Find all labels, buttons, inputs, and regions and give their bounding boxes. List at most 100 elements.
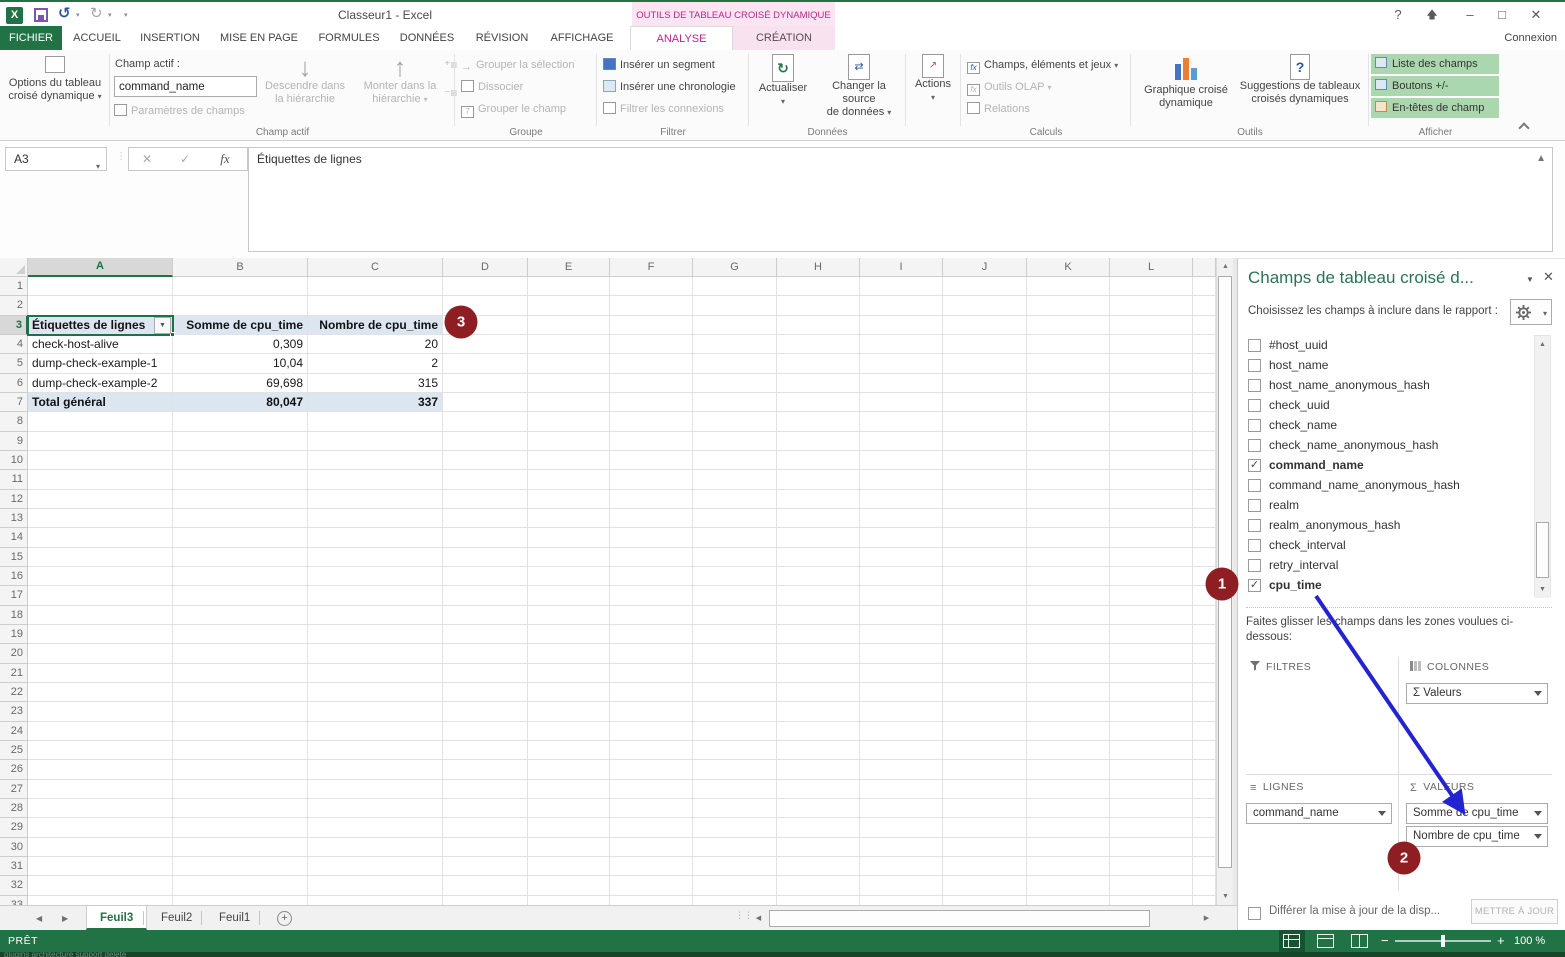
cell-C5[interactable]: 2 xyxy=(308,354,443,373)
cell-L27[interactable] xyxy=(1110,780,1193,799)
cell-C31[interactable] xyxy=(308,857,443,876)
cell-K27[interactable] xyxy=(1027,780,1110,799)
cell-D8[interactable] xyxy=(443,412,528,431)
pane-close-icon[interactable]: ✕ xyxy=(1543,269,1554,285)
row-header-4[interactable]: 4 xyxy=(0,335,28,354)
row-header-26[interactable]: 26 xyxy=(0,760,28,779)
cell-K31[interactable] xyxy=(1027,857,1110,876)
cell-M24[interactable] xyxy=(1193,722,1216,741)
unchecked-checkbox-icon[interactable] xyxy=(1248,359,1261,372)
field-item-check_interval[interactable]: check_interval xyxy=(1246,535,1534,555)
cell-G26[interactable] xyxy=(693,760,777,779)
cell-F26[interactable] xyxy=(610,760,693,779)
cell-I5[interactable] xyxy=(860,354,943,373)
champs-elements-button[interactable]: fxChamps, éléments et jeux ▾ xyxy=(967,56,1118,75)
cell-A4[interactable]: check-host-alive xyxy=(28,335,173,354)
pill-dropdown-icon[interactable] xyxy=(1534,811,1542,816)
cell-I20[interactable] xyxy=(860,644,943,663)
zoom-out-button[interactable]: − xyxy=(1381,930,1389,952)
cell-E30[interactable] xyxy=(528,838,610,857)
sheet-nav-prev-icon[interactable]: ◀ xyxy=(36,906,42,931)
cell-I3[interactable] xyxy=(860,316,943,335)
cell-J21[interactable] xyxy=(943,664,1027,683)
cell-H24[interactable] xyxy=(777,722,860,741)
cell-I9[interactable] xyxy=(860,432,943,451)
cell-E21[interactable] xyxy=(528,664,610,683)
cell-J8[interactable] xyxy=(943,412,1027,431)
cell-L26[interactable] xyxy=(1110,760,1193,779)
cell-F24[interactable] xyxy=(610,722,693,741)
cell-I2[interactable] xyxy=(860,296,943,315)
scroll-down-icon[interactable]: ▼ xyxy=(1217,888,1234,905)
cell-M26[interactable] xyxy=(1193,760,1216,779)
cell-F1[interactable] xyxy=(610,277,693,296)
cell-K2[interactable] xyxy=(1027,296,1110,315)
cell-B23[interactable] xyxy=(173,702,308,721)
cell-B29[interactable] xyxy=(173,818,308,837)
row-header-22[interactable]: 22 xyxy=(0,683,28,702)
cell-L28[interactable] xyxy=(1110,799,1193,818)
cell-E28[interactable] xyxy=(528,799,610,818)
cell-J18[interactable] xyxy=(943,606,1027,625)
cell-M25[interactable] xyxy=(1193,741,1216,760)
cell-B13[interactable] xyxy=(173,509,308,528)
champ-actif-input[interactable]: command_name xyxy=(114,76,257,97)
cell-C28[interactable] xyxy=(308,799,443,818)
cell-M15[interactable] xyxy=(1193,548,1216,567)
cell-I8[interactable] xyxy=(860,412,943,431)
cell-M2[interactable] xyxy=(1193,296,1216,315)
cell-K26[interactable] xyxy=(1027,760,1110,779)
tab-analyse[interactable]: ANALYSE xyxy=(630,26,733,50)
cell-E4[interactable] xyxy=(528,335,610,354)
cell-F8[interactable] xyxy=(610,412,693,431)
cell-G10[interactable] xyxy=(693,451,777,470)
cell-G31[interactable] xyxy=(693,857,777,876)
zoom-slider[interactable] xyxy=(1395,940,1491,942)
cell-D27[interactable] xyxy=(443,780,528,799)
defer-update-checkbox[interactable] xyxy=(1248,907,1261,920)
unchecked-checkbox-icon[interactable] xyxy=(1248,519,1261,532)
cell-F23[interactable] xyxy=(610,702,693,721)
cell-D18[interactable] xyxy=(443,606,528,625)
column-header-F[interactable]: F xyxy=(610,258,693,277)
cell-B17[interactable] xyxy=(173,586,308,605)
cell-K9[interactable] xyxy=(1027,432,1110,451)
cell-J10[interactable] xyxy=(943,451,1027,470)
liste-champs-toggle[interactable]: Liste des champs xyxy=(1371,54,1499,74)
tab-creation[interactable]: CRÉATION xyxy=(733,26,835,50)
cell-J27[interactable] xyxy=(943,780,1027,799)
cell-B25[interactable] xyxy=(173,741,308,760)
cell-J16[interactable] xyxy=(943,567,1027,586)
cell-D22[interactable] xyxy=(443,683,528,702)
dissocier-button[interactable]: Dissocier xyxy=(461,78,523,97)
cell-H20[interactable] xyxy=(777,644,860,663)
cell-C32[interactable] xyxy=(308,876,443,895)
cell-L3[interactable] xyxy=(1110,316,1193,335)
outils-olap-button[interactable]: fxOutils OLAP ▾ xyxy=(967,78,1051,97)
cell-K29[interactable] xyxy=(1027,818,1110,837)
cell-A22[interactable] xyxy=(28,683,173,702)
cell-A28[interactable] xyxy=(28,799,173,818)
cell-K6[interactable] xyxy=(1027,374,1110,393)
cell-E29[interactable] xyxy=(528,818,610,837)
cell-A26[interactable] xyxy=(28,760,173,779)
cell-J12[interactable] xyxy=(943,490,1027,509)
cell-A14[interactable] xyxy=(28,528,173,547)
select-all-corner[interactable] xyxy=(0,258,28,277)
cell-A30[interactable] xyxy=(28,838,173,857)
cell-M28[interactable] xyxy=(1193,799,1216,818)
cell-E14[interactable] xyxy=(528,528,610,547)
formula-bar-splitter[interactable]: ⋮ xyxy=(116,151,126,162)
cell-M20[interactable] xyxy=(1193,644,1216,663)
name-box[interactable]: A3 ▾ xyxy=(5,147,107,171)
cell-F30[interactable] xyxy=(610,838,693,857)
row-header-23[interactable]: 23 xyxy=(0,702,28,721)
cell-A33[interactable] xyxy=(28,896,173,906)
cell-H32[interactable] xyxy=(777,876,860,895)
cell-J3[interactable] xyxy=(943,316,1027,335)
column-header-G[interactable]: G xyxy=(693,258,777,277)
cell-F7[interactable] xyxy=(610,393,693,412)
lignes-pill-command_name[interactable]: command_name xyxy=(1246,803,1392,824)
cell-M9[interactable] xyxy=(1193,432,1216,451)
cell-G9[interactable] xyxy=(693,432,777,451)
